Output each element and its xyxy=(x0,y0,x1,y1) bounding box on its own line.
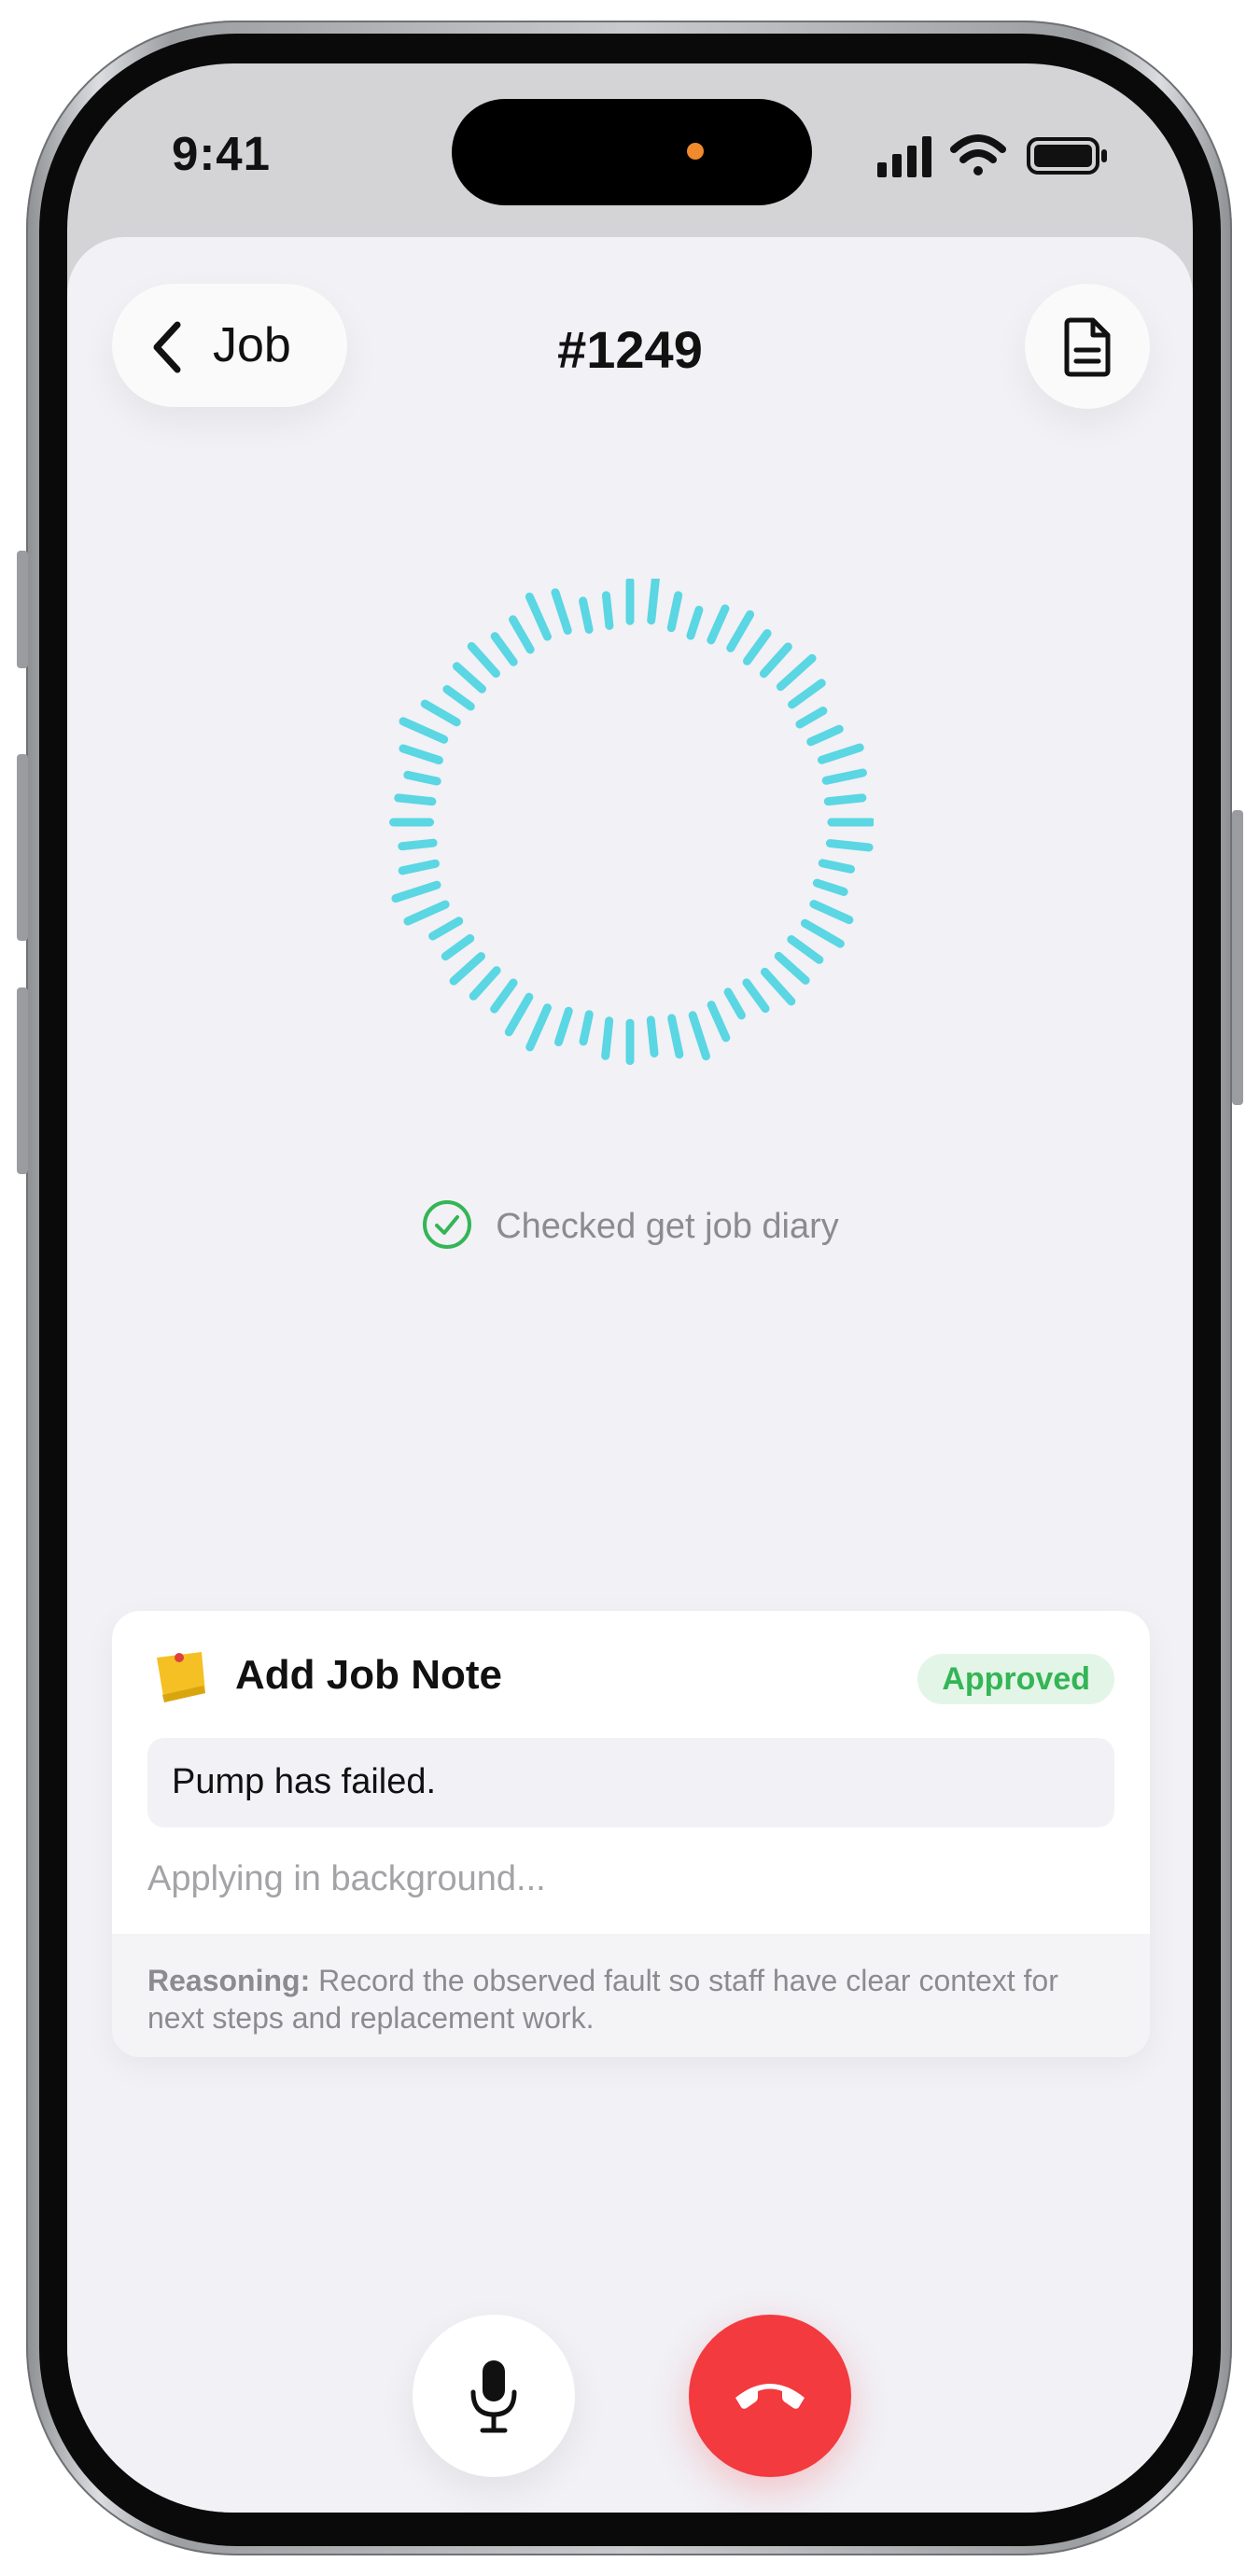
activity-tick xyxy=(800,918,845,948)
activity-tick xyxy=(666,591,683,633)
activity-tick xyxy=(398,859,440,875)
activity-tick xyxy=(469,966,501,1001)
activity-tick xyxy=(646,1015,659,1057)
activity-tick xyxy=(391,880,441,903)
activity-tick xyxy=(742,978,770,1014)
progress-text: Applying in background... xyxy=(147,1859,546,1898)
activity-tick xyxy=(467,641,500,679)
activity-tick xyxy=(818,859,856,874)
reasoning-text: Reasoning: Record the observed fault so … xyxy=(147,1962,1081,2037)
activity-tick xyxy=(821,768,867,785)
volume-up-button xyxy=(17,754,28,941)
note-text: Pump has failed. xyxy=(172,1762,437,1801)
activity-tick-group xyxy=(389,579,874,1066)
note-card-title: Add Job Note xyxy=(235,1652,502,1698)
activity-tick xyxy=(667,1014,684,1059)
privacy-indicator xyxy=(687,143,704,160)
check-circle-icon xyxy=(421,1198,473,1255)
activity-tick xyxy=(686,606,704,640)
activity-tick xyxy=(398,838,438,851)
activity-tick xyxy=(579,1010,594,1046)
activity-tick xyxy=(825,839,874,852)
activity-tick xyxy=(403,900,450,926)
note-text-box: Pump has failed. xyxy=(147,1738,1114,1827)
status-bar: 9:41 xyxy=(67,63,1193,241)
call-sheet: Job #1249 Checked get job diary Add Job … xyxy=(67,237,1193,2513)
activity-tick xyxy=(774,951,810,985)
activity-tick xyxy=(601,1016,614,1060)
activity-status: Checked get job diary xyxy=(67,1198,1193,1255)
dynamic-island xyxy=(452,99,812,205)
job-note-card[interactable]: Add Job Note Approved Pump has failed. A… xyxy=(112,1611,1150,2057)
activity-tick xyxy=(823,793,867,806)
activity-tick xyxy=(806,724,844,747)
activity-tick xyxy=(812,878,848,896)
document-button[interactable] xyxy=(1025,284,1150,409)
activity-tick xyxy=(399,744,443,765)
activity-tick xyxy=(688,1011,710,1061)
activity-tick xyxy=(403,770,441,786)
activity-tick xyxy=(509,615,535,654)
activity-status-text: Checked get job diary xyxy=(496,1207,839,1246)
cellular-signal-icon xyxy=(877,136,931,177)
activity-tick xyxy=(490,632,518,666)
activity-tick xyxy=(420,699,461,727)
activity-tick xyxy=(760,967,796,1006)
activity-tick xyxy=(788,679,826,709)
activity-tick xyxy=(601,591,614,630)
action-button xyxy=(17,551,28,668)
activity-tick xyxy=(399,717,449,744)
screen: 9:41 Job #1249 Checked get job diary Add… xyxy=(67,63,1193,2513)
activity-tick xyxy=(394,793,437,806)
activity-tick xyxy=(759,642,792,679)
activity-tick xyxy=(579,596,594,634)
voice-activity-ring xyxy=(389,579,874,1066)
activity-tick xyxy=(551,588,572,636)
activity-tick xyxy=(452,662,486,693)
activity-tick xyxy=(707,1001,731,1043)
activity-tick xyxy=(525,1003,553,1052)
reasoning-section: Reasoning: Record the observed fault so … xyxy=(112,1934,1150,2057)
reasoning-label: Reasoning: xyxy=(147,1964,311,1997)
activity-tick xyxy=(723,987,746,1020)
activity-tick xyxy=(787,935,824,964)
activity-tick xyxy=(553,1006,573,1047)
activity-tick xyxy=(707,604,730,645)
activity-tick xyxy=(449,952,485,986)
battery-icon xyxy=(1027,137,1107,175)
activity-tick xyxy=(442,685,475,711)
sticky-note-icon xyxy=(151,1648,209,1711)
activity-tick xyxy=(776,653,817,692)
activity-tick xyxy=(726,609,755,652)
microphone-icon xyxy=(466,2357,522,2440)
phone-hangup-icon xyxy=(728,2366,812,2427)
status-icons xyxy=(874,125,1135,186)
activity-tick xyxy=(504,992,534,1037)
activity-tick xyxy=(742,629,772,665)
mute-button[interactable] xyxy=(413,2315,575,2477)
status-time: 9:41 xyxy=(171,127,272,180)
volume-down-button xyxy=(17,987,28,1174)
activity-tick xyxy=(441,933,475,961)
power-button xyxy=(1232,810,1243,1105)
activity-tick xyxy=(525,592,552,641)
activity-tick xyxy=(490,978,518,1014)
end-call-button[interactable] xyxy=(689,2315,851,2477)
activity-tick xyxy=(809,900,854,925)
wifi-icon xyxy=(950,134,1006,175)
activity-tick xyxy=(428,917,464,941)
document-icon xyxy=(1056,315,1119,383)
activity-tick xyxy=(647,579,660,625)
activity-tick xyxy=(795,707,828,729)
activity-tick xyxy=(817,743,864,764)
status-badge: Approved xyxy=(917,1654,1114,1704)
